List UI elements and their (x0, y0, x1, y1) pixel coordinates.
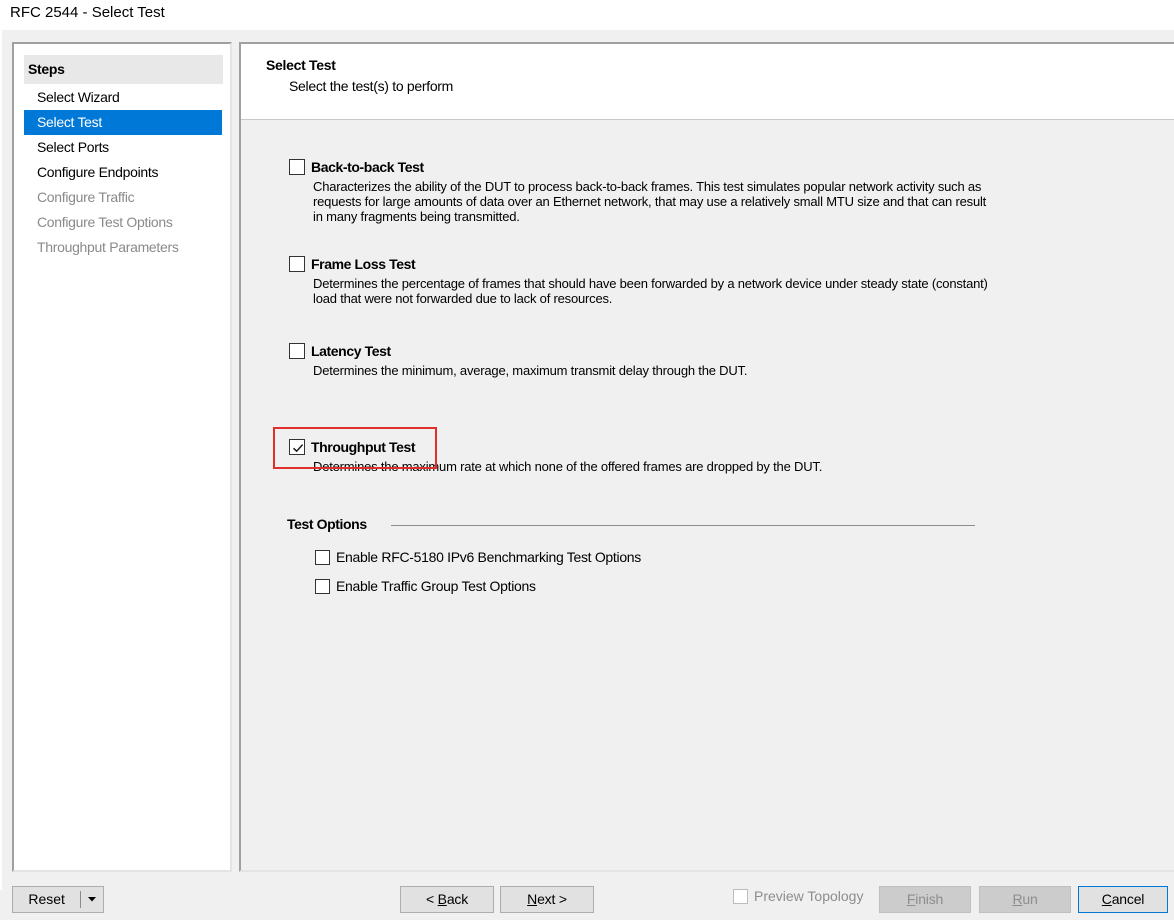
step-configure-endpoints[interactable]: Configure Endpoints (24, 160, 222, 185)
rfc5180-checkbox[interactable] (315, 549, 330, 565)
window-edge (0, 30, 2, 890)
run-rest: un (1022, 891, 1038, 907)
test-back-to-back: Back-to-back Test Characterizes the abil… (289, 156, 989, 224)
page-title: Select Test (266, 57, 336, 73)
step-configure-traffic: Configure Traffic (37, 189, 135, 205)
run-button: Run (979, 886, 1071, 913)
option-traffic-group[interactable]: Enable Traffic Group Test Options (315, 575, 536, 597)
main-panel: Select Test Select the test(s) to perfor… (239, 42, 1174, 872)
step-select-wizard[interactable]: Select Wizard (24, 85, 222, 110)
page-subtitle: Select the test(s) to perform (289, 78, 454, 94)
cancel-hotkey: C (1101, 891, 1112, 907)
cancel-button[interactable]: Cancel (1078, 886, 1168, 913)
reset-label[interactable]: Reset (13, 887, 80, 912)
back-to-back-label[interactable]: Back-to-back Test (311, 159, 424, 175)
frame-loss-label[interactable]: Frame Loss Test (311, 256, 416, 272)
steps-list: Select Wizard Select Test Select Ports C… (24, 85, 222, 260)
preview-topology-label: Preview Topology (754, 888, 864, 904)
step-throughput-parameters: Throughput Parameters (37, 239, 179, 255)
back-to-back-checkbox[interactable] (289, 159, 305, 175)
main-header: Select Test Select the test(s) to perfor… (241, 44, 1174, 120)
test-frame-loss: Frame Loss Test Determines the percentag… (289, 253, 989, 306)
back-to-back-description: Characterizes the ability of the DUT to … (313, 179, 987, 224)
reset-dropdown[interactable] (81, 887, 103, 912)
latency-label[interactable]: Latency Test (311, 343, 391, 359)
cancel-rest: ancel (1111, 891, 1145, 907)
run-hotkey: R (1012, 891, 1023, 907)
latency-description: Determines the minimum, average, maximum… (313, 363, 748, 378)
step-select-ports[interactable]: Select Ports (24, 135, 222, 160)
back-hotkey: B (437, 891, 447, 907)
step-configure-test-options: Configure Test Options (37, 214, 173, 230)
frame-loss-description: Determines the percentage of frames that… (313, 276, 988, 306)
test-options-title: Test Options (287, 516, 367, 532)
option-rfc5180[interactable]: Enable RFC-5180 IPv6 Benchmarking Test O… (315, 546, 641, 568)
back-rest: ack (446, 891, 468, 907)
next-hotkey: N (527, 891, 538, 907)
preview-topology: Preview Topology (733, 888, 863, 904)
traffic-group-checkbox[interactable] (315, 578, 330, 594)
reset-button[interactable]: Reset (12, 886, 104, 913)
finish-rest: inish (915, 891, 944, 907)
next-button[interactable]: Next > (500, 886, 594, 913)
frame-loss-checkbox[interactable] (289, 256, 305, 272)
throughput-highlight (273, 427, 437, 469)
back-prefix: < (426, 891, 438, 907)
test-latency-row[interactable]: Latency Test (289, 340, 989, 362)
latency-checkbox[interactable] (289, 343, 305, 359)
step-select-test[interactable]: Select Test (24, 110, 222, 135)
rfc5180-label[interactable]: Enable RFC-5180 IPv6 Benchmarking Test O… (336, 549, 641, 565)
next-rest: ext > (537, 891, 567, 907)
test-options-divider (391, 525, 975, 526)
steps-panel: Steps Select Wizard Select Test Select P… (12, 42, 232, 872)
test-back-to-back-row[interactable]: Back-to-back Test (289, 156, 989, 178)
test-frame-loss-row[interactable]: Frame Loss Test (289, 253, 989, 275)
chevron-down-icon (88, 897, 97, 902)
test-latency: Latency Test Determines the minimum, ave… (289, 340, 989, 378)
preview-topology-checkbox (733, 888, 748, 904)
window-title: RFC 2544 - Select Test (0, 0, 1174, 30)
steps-header: Steps (24, 55, 223, 84)
traffic-group-label[interactable]: Enable Traffic Group Test Options (336, 578, 536, 594)
finish-button: Finish (879, 886, 971, 913)
back-button[interactable]: < Back (400, 886, 494, 913)
